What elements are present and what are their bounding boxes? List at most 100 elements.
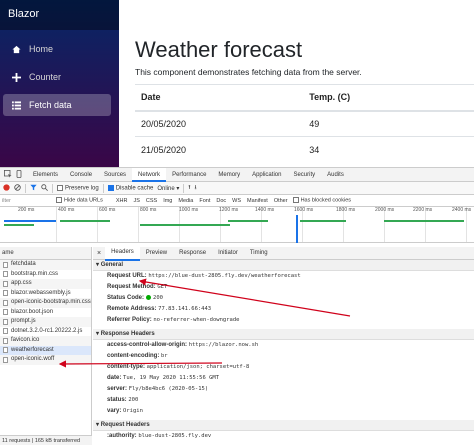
checkbox-box[interactable] — [107, 184, 114, 191]
request-row-selected[interactable]: weatherforecast — [0, 345, 91, 355]
request-row[interactable]: fetchdata — [0, 260, 91, 270]
tick-label: 1400 ms — [255, 207, 275, 213]
inspect-icon[interactable] — [4, 169, 12, 180]
brand-title[interactable]: Blazor — [0, 0, 119, 30]
list-icon — [9, 100, 23, 110]
tab-network[interactable]: Network — [132, 167, 167, 182]
header-row: access-control-allow-origin: https://bla… — [93, 340, 474, 351]
table-row: 20/05/2020 49 — [135, 110, 474, 137]
header-key: content-encoding: — [107, 353, 160, 359]
upload-icon[interactable]: ⭱ — [188, 183, 190, 193]
network-timeline[interactable]: 200 ms 400 ms 600 ms 800 ms 1000 ms 1200… — [0, 207, 474, 243]
tab-response[interactable]: Response — [173, 247, 212, 260]
filter-icon[interactable] — [30, 184, 37, 193]
checkbox-box[interactable] — [57, 184, 63, 191]
tab-elements[interactable]: Elements — [27, 168, 64, 182]
tab-performance[interactable]: Performance — [166, 168, 212, 182]
stylesheet-icon — [3, 271, 8, 278]
tab-security[interactable]: Security — [287, 168, 321, 182]
preserve-log-checkbox[interactable]: Preserve log — [57, 184, 99, 191]
tick-line — [56, 207, 57, 242]
section-title: Request Headers — [100, 422, 150, 428]
checkbox-box[interactable] — [292, 197, 299, 204]
filter-input[interactable]: ilter — [2, 198, 52, 204]
tab-application[interactable]: Application — [246, 168, 287, 182]
tab-audits[interactable]: Audits — [321, 168, 350, 182]
filter-type-ws[interactable]: WS — [231, 198, 242, 204]
font-icon — [3, 356, 8, 363]
filter-type-xhr[interactable]: XHR — [115, 198, 129, 204]
request-row[interactable]: dotnet.3.2.0-rc1.20222.2.js — [0, 327, 91, 337]
device-toolbar-icon[interactable] — [15, 169, 23, 180]
filter-type-font[interactable]: Font — [198, 198, 211, 204]
header-key: status: — [107, 397, 127, 403]
throttle-select[interactable]: Online ▾ — [157, 185, 179, 192]
column-header-date: Date — [135, 84, 250, 112]
header-row: Request URL: https://blue-dust-2805.fly.… — [93, 271, 474, 282]
request-row[interactable]: blazor.webassembly.js — [0, 289, 91, 299]
nav-item-fetch-data[interactable]: Fetch data — [3, 94, 111, 116]
download-icon[interactable]: ⭳ — [195, 183, 197, 193]
tab-initiator[interactable]: Initiator — [212, 247, 244, 260]
tick-line — [97, 207, 98, 242]
timeline-bar — [384, 220, 464, 222]
dom-content-loaded-marker — [296, 215, 298, 243]
request-row[interactable]: app.css — [0, 279, 91, 289]
filter-type-css[interactable]: CSS — [145, 198, 158, 204]
blocked-cookies-checkbox[interactable]: Has blocked cookies — [292, 197, 351, 204]
filter-type-manifest[interactable]: Manifest — [246, 198, 269, 204]
tab-timing[interactable]: Timing — [244, 247, 274, 260]
header-value: 77.83.141.66:443 — [158, 306, 212, 312]
section-general-header[interactable]: ▾ General — [93, 260, 474, 271]
record-icon[interactable] — [3, 183, 10, 193]
filter-type-doc[interactable]: Doc — [215, 198, 227, 204]
close-icon[interactable]: × — [93, 250, 105, 257]
section-response-headers[interactable]: ▾ Response Headers — [93, 329, 474, 340]
tick-label: 2400 ms — [452, 207, 472, 213]
nav-label-fetch-data: Fetch data — [29, 100, 72, 110]
tab-headers[interactable]: Headers — [105, 247, 140, 261]
tab-console[interactable]: Console — [64, 168, 98, 182]
tab-sources[interactable]: Sources — [98, 168, 132, 182]
detail-tabbar: × Headers Preview Response Initiator Tim… — [93, 247, 474, 261]
tick-label: 200 ms — [18, 207, 35, 213]
nav-label-counter: Counter — [29, 72, 62, 82]
request-name: open-iconic.woff — [11, 356, 55, 362]
filter-type-js[interactable]: JS — [132, 198, 140, 204]
request-list-header[interactable]: ame — [0, 247, 91, 260]
checkbox-box[interactable] — [56, 197, 62, 204]
request-row[interactable]: open-iconic-bootstrap.min.css — [0, 298, 91, 308]
document-icon — [3, 261, 8, 268]
request-row[interactable]: prompt.js — [0, 317, 91, 327]
request-row[interactable]: open-iconic.woff — [0, 355, 91, 365]
disable-cache-checkbox[interactable]: Disable cache — [107, 184, 154, 192]
section-request-headers[interactable]: ▾ Request Headers — [93, 420, 474, 431]
filter-bar: ilter Hide data URLs XHR JS CSS Img Medi… — [0, 195, 474, 207]
hide-data-urls-checkbox[interactable]: Hide data URLs — [56, 197, 103, 204]
column-header-temp: Temp. (C) — [249, 84, 474, 112]
nav-item-counter[interactable]: Counter — [3, 66, 111, 88]
request-name: bootstrap.min.css — [11, 270, 59, 277]
nav-item-home[interactable]: Home — [3, 38, 111, 60]
request-row[interactable]: blazor.boot.json — [0, 308, 91, 318]
tab-preview[interactable]: Preview — [140, 247, 173, 260]
filter-type-other[interactable]: Other — [273, 198, 289, 204]
request-summary: 11 requests | 165 kB transferred — [0, 435, 92, 445]
page-description: This component demonstrates fetching dat… — [135, 67, 362, 77]
disable-cache-label: Disable cache — [115, 185, 154, 192]
filter-type-media[interactable]: Media — [177, 198, 194, 204]
header-value: GET — [157, 284, 168, 290]
timeline-bar — [60, 220, 110, 222]
request-row[interactable]: favicon.ico — [0, 336, 91, 346]
filter-type-img[interactable]: Img — [162, 198, 173, 204]
tick-label: 2000 ms — [375, 207, 395, 213]
request-row[interactable]: bootstrap.min.css — [0, 270, 91, 280]
header-key: access-control-allow-origin: — [107, 342, 188, 348]
tab-memory[interactable]: Memory — [212, 168, 246, 182]
header-value: Origin — [123, 408, 143, 414]
clear-icon[interactable] — [14, 183, 21, 193]
section-title: General — [100, 262, 124, 268]
timeline-bar — [300, 220, 346, 222]
search-icon[interactable] — [41, 183, 48, 193]
tick-line — [138, 207, 139, 242]
